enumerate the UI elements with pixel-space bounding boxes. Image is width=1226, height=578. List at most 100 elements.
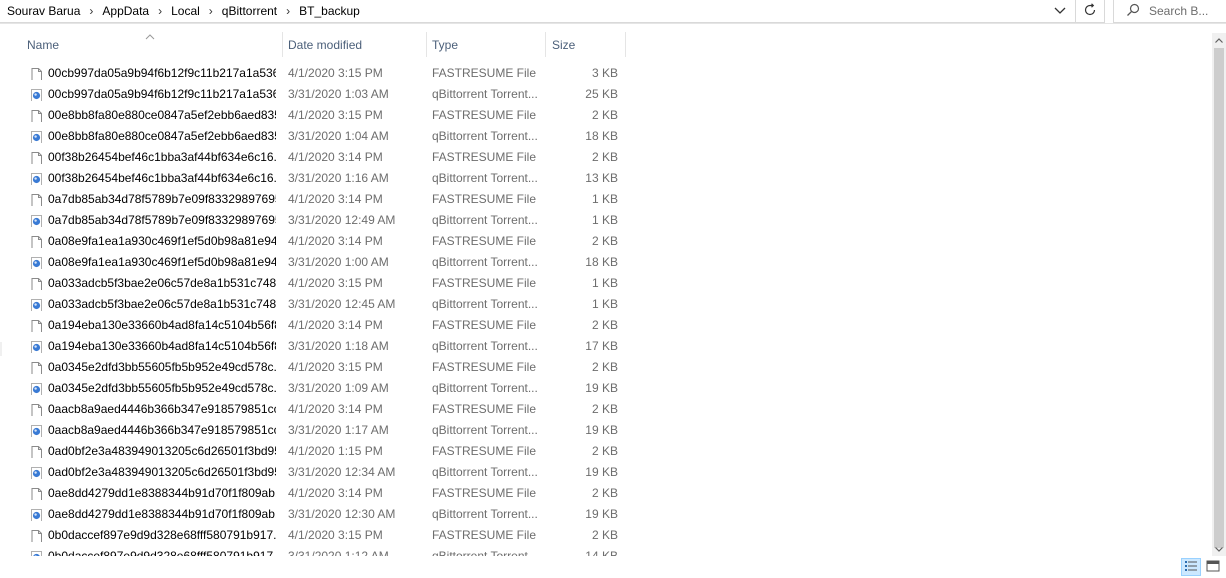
file-row[interactable]: 00e8bb8fa80e880ce0847a5ef2ebb6aed835... 4…: [0, 105, 1212, 126]
file-date: 4/1/2020 3:14 PM: [288, 318, 383, 332]
file-row[interactable]: 0ad0bf2e3a483949013205c6d26501f3bd95... 3…: [0, 462, 1212, 483]
file-type: qBittorrent Torrent...: [432, 213, 538, 227]
file-name: 00e8bb8fa80e880ce0847a5ef2ebb6aed835...: [48, 129, 276, 143]
breadcrumb-item-sourav-barua[interactable]: Sourav Barua: [7, 4, 80, 18]
file-date: 3/31/2020 1:09 AM: [288, 381, 389, 395]
file-row[interactable]: 0a7db85ab34d78f5789b7e09f83329897695... 3…: [0, 210, 1212, 231]
file-name: 00cb997da05a9b94f6b12f9c11b217a1a536...: [48, 87, 276, 101]
file-date: 3/31/2020 12:45 AM: [288, 297, 396, 311]
file-row[interactable]: 00f38b26454bef46c1bba3af44bf634e6c16... 4…: [0, 147, 1212, 168]
breadcrumb[interactable]: Sourav Barua › AppData › Local › qBittor…: [0, 0, 1076, 23]
file-name: 0a194eba130e33660b4ad8fa14c5104b56f8...: [48, 318, 276, 332]
breadcrumb-item-appdata[interactable]: AppData: [102, 4, 149, 18]
file-size: 19 KB: [585, 507, 618, 521]
file-date: 4/1/2020 3:15 PM: [288, 276, 383, 290]
torrent-icon: [30, 382, 43, 395]
breadcrumb-separator-icon[interactable]: ›: [149, 4, 171, 18]
file-name: 00f38b26454bef46c1bba3af44bf634e6c16...: [48, 171, 276, 185]
file-date: 4/1/2020 3:15 PM: [288, 360, 383, 374]
file-row[interactable]: 0a0345e2dfd3bb55605fb5b952e49cd578c... 3/…: [0, 378, 1212, 399]
address-bar: Sourav Barua › AppData › Local › qBittor…: [0, 0, 1226, 24]
file-date: 4/1/2020 3:14 PM: [288, 486, 383, 500]
file-type: FASTRESUME File: [432, 234, 537, 248]
details-view-button[interactable]: [1181, 558, 1201, 576]
file-name: 0a7db85ab34d78f5789b7e09f83329897695...: [48, 192, 276, 206]
column-divider[interactable]: [282, 32, 283, 57]
file-date: 4/1/2020 1:15 PM: [288, 444, 383, 458]
file-date: 3/31/2020 1:04 AM: [288, 129, 389, 143]
refresh-button[interactable]: [1076, 0, 1105, 23]
file-row[interactable]: 00cb997da05a9b94f6b12f9c11b217a1a536... 4…: [0, 63, 1212, 84]
file-name: 0ae8dd4279dd1e8388344b91d70f1f809ab...: [48, 507, 276, 521]
file-row[interactable]: 00f38b26454bef46c1bba3af44bf634e6c16... 3…: [0, 168, 1212, 189]
file-name: 0b0daccef897e9d9d328e68fff580791b917...: [48, 549, 276, 556]
file-size: 2 KB: [591, 234, 618, 248]
file-row[interactable]: 0b0daccef897e9d9d328e68fff580791b917... 3…: [0, 546, 1212, 556]
large-icons-view-button[interactable]: [1203, 558, 1223, 576]
file-size: 17 KB: [585, 339, 618, 353]
breadcrumb-item-qbittorrent[interactable]: qBittorrent: [222, 4, 277, 18]
file-row[interactable]: 0b0daccef897e9d9d328e68fff580791b917... 4…: [0, 525, 1212, 546]
file-name: 0a0345e2dfd3bb55605fb5b952e49cd578c...: [48, 360, 276, 374]
scroll-up-button[interactable]: [1212, 33, 1226, 47]
file-type: FASTRESUME File: [432, 360, 537, 374]
chevron-down-icon[interactable]: [1053, 4, 1067, 18]
file-row[interactable]: 0a194eba130e33660b4ad8fa14c5104b56f8... 4…: [0, 315, 1212, 336]
file-date: 3/31/2020 1:16 AM: [288, 171, 389, 185]
torrent-icon: [30, 298, 43, 311]
file-type: FASTRESUME File: [432, 486, 537, 500]
file-row[interactable]: 0a08e9fa1ea1a930c469f1ef5d0b98a81e94f...…: [0, 252, 1212, 273]
scrollbar-thumb[interactable]: [1214, 48, 1224, 548]
column-header-name[interactable]: Name: [27, 32, 282, 57]
breadcrumb-item-bt-backup[interactable]: BT_backup: [299, 4, 360, 18]
breadcrumb-item-local[interactable]: Local: [171, 4, 200, 18]
breadcrumb-separator-icon[interactable]: ›: [200, 4, 222, 18]
file-row[interactable]: 00e8bb8fa80e880ce0847a5ef2ebb6aed835... 3…: [0, 126, 1212, 147]
file-date: 4/1/2020 3:15 PM: [288, 528, 383, 542]
breadcrumb-separator-icon[interactable]: ›: [277, 4, 299, 18]
file-row[interactable]: 00cb997da05a9b94f6b12f9c11b217a1a536... 3…: [0, 84, 1212, 105]
breadcrumb-separator-icon[interactable]: ›: [80, 4, 102, 18]
file-type: qBittorrent Torrent...: [432, 129, 538, 143]
column-header-size[interactable]: Size: [552, 32, 624, 57]
file-row[interactable]: 0a7db85ab34d78f5789b7e09f83329897695... 4…: [0, 189, 1212, 210]
file-name: 0a7db85ab34d78f5789b7e09f83329897695...: [48, 213, 276, 227]
vertical-scrollbar[interactable]: [1212, 33, 1226, 556]
file-name: 0a08e9fa1ea1a930c469f1ef5d0b98a81e94f...: [48, 255, 276, 269]
column-divider[interactable]: [426, 32, 427, 57]
torrent-icon: [30, 466, 43, 479]
file-row[interactable]: 0a033adcb5f3bae2e06c57de8a1b531c748... 3/…: [0, 294, 1212, 315]
torrent-icon: [30, 88, 43, 101]
file-row[interactable]: 0a0345e2dfd3bb55605fb5b952e49cd578c... 4/…: [0, 357, 1212, 378]
scroll-down-button[interactable]: [1212, 542, 1226, 556]
torrent-icon: [30, 424, 43, 437]
file-type: qBittorrent Torrent...: [432, 339, 538, 353]
file-size: 2 KB: [591, 402, 618, 416]
file-icon: [30, 67, 43, 80]
column-header-date[interactable]: Date modified: [288, 32, 426, 57]
file-size: 19 KB: [585, 465, 618, 479]
file-type: FASTRESUME File: [432, 66, 537, 80]
file-size: 14 KB: [585, 549, 618, 556]
torrent-icon: [30, 214, 43, 227]
file-row[interactable]: 0a194eba130e33660b4ad8fa14c5104b56f8... 3…: [0, 336, 1212, 357]
file-date: 3/31/2020 1:17 AM: [288, 423, 389, 437]
column-header-type[interactable]: Type: [432, 32, 545, 57]
file-row[interactable]: 0a033adcb5f3bae2e06c57de8a1b531c748... 4/…: [0, 273, 1212, 294]
file-row[interactable]: 0ae8dd4279dd1e8388344b91d70f1f809ab... 3/…: [0, 504, 1212, 525]
file-row[interactable]: 0aacb8a9aed4446b366b347e918579851cc... 3/…: [0, 420, 1212, 441]
file-row[interactable]: 0a08e9fa1ea1a930c469f1ef5d0b98a81e94f...…: [0, 231, 1212, 252]
file-size: 18 KB: [585, 255, 618, 269]
file-name: 0ad0bf2e3a483949013205c6d26501f3bd95...: [48, 465, 276, 479]
file-type: qBittorrent Torrent...: [432, 423, 538, 437]
column-divider[interactable]: [625, 32, 626, 57]
file-row[interactable]: 0ad0bf2e3a483949013205c6d26501f3bd95... 4…: [0, 441, 1212, 462]
file-type: qBittorrent Torrent...: [432, 171, 538, 185]
search-box[interactable]: Search B...: [1113, 0, 1226, 23]
file-row[interactable]: 0ae8dd4279dd1e8388344b91d70f1f809ab... 4/…: [0, 483, 1212, 504]
refresh-icon: [1083, 2, 1097, 20]
column-divider[interactable]: [545, 32, 546, 57]
file-type: qBittorrent Torrent...: [432, 381, 538, 395]
file-type: FASTRESUME File: [432, 444, 537, 458]
file-row[interactable]: 0aacb8a9aed4446b366b347e918579851cc... 4/…: [0, 399, 1212, 420]
